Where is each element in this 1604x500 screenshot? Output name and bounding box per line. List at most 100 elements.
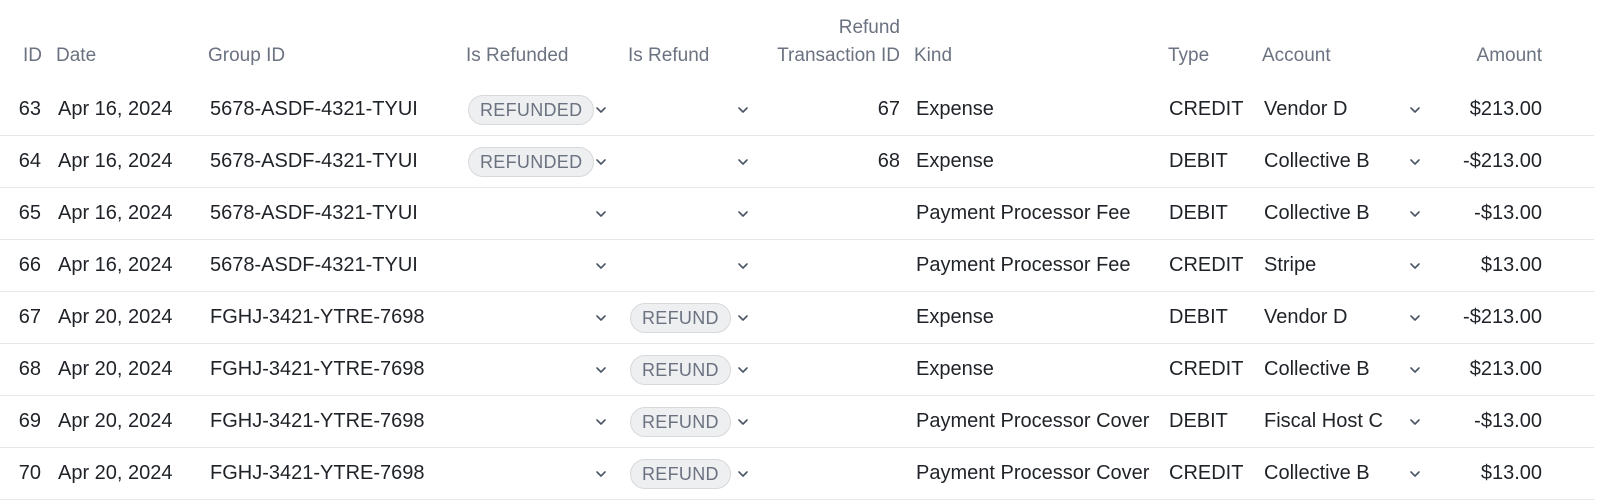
cell-date: Apr 16, 2024: [58, 98, 173, 120]
chevron-down-icon[interactable]: [736, 259, 750, 273]
cell-kind: Payment Processor Cover: [916, 462, 1150, 484]
cell-date: Apr 20, 2024: [58, 410, 173, 432]
column-header-amount[interactable]: Amount: [1440, 42, 1542, 70]
chevron-down-icon[interactable]: [594, 415, 608, 429]
cell-id: 67: [18, 306, 41, 328]
chevron-down-icon[interactable]: [736, 415, 750, 429]
refund-badge: REFUND: [630, 303, 731, 333]
cell-group-id: FGHJ-3421-YTRE-7698: [210, 358, 425, 380]
refunded-badge: REFUNDED: [468, 95, 595, 125]
chevron-down-icon[interactable]: [736, 155, 750, 169]
chevron-down-icon[interactable]: [1408, 311, 1422, 325]
cell-kind: Payment Processor Fee: [916, 202, 1131, 224]
refund-badge: REFUND: [630, 407, 731, 437]
cell-kind: Expense: [916, 306, 994, 328]
chevron-down-icon[interactable]: [736, 207, 750, 221]
table-row[interactable]: 64 Apr 16, 2024 5678-ASDF-4321-TYUI REFUNDE…: [0, 136, 1594, 188]
cell-type: CREDIT: [1169, 98, 1244, 120]
table-row[interactable]: 70 Apr 20, 2024 FGHJ-3421-YTRE-7698 REFUND P…: [0, 448, 1594, 500]
chevron-down-icon[interactable]: [594, 467, 608, 481]
cell-type: CREDIT: [1169, 462, 1244, 484]
cell-group-id: 5678-ASDF-4321-TYUI: [210, 98, 418, 120]
cell-account[interactable]: Stripe: [1264, 240, 1316, 291]
chevron-down-icon[interactable]: [736, 311, 750, 325]
cell-amount: $213.00: [1469, 98, 1542, 120]
column-header-is-refund[interactable]: Is Refund: [628, 42, 709, 70]
chevron-down-icon[interactable]: [1408, 415, 1422, 429]
cell-refund-transaction-id: 67: [877, 98, 900, 120]
cell-group-id: FGHJ-3421-YTRE-7698: [210, 462, 425, 484]
cell-amount: $213.00: [1469, 358, 1542, 380]
chevron-down-icon[interactable]: [594, 207, 608, 221]
table-row[interactable]: 67 Apr 20, 2024 FGHJ-3421-YTRE-7698 REFUND E…: [0, 292, 1594, 344]
chevron-down-icon[interactable]: [1408, 155, 1422, 169]
refund-badge: REFUND: [630, 355, 731, 385]
chevron-down-icon[interactable]: [594, 155, 608, 169]
cell-type: CREDIT: [1169, 358, 1244, 380]
cell-date: Apr 20, 2024: [58, 358, 173, 380]
cell-kind: Expense: [916, 358, 994, 380]
column-header-refund-transaction-id[interactable]: Refund Transaction ID: [740, 14, 900, 70]
cell-account[interactable]: Fiscal Host C: [1264, 396, 1383, 447]
cell-account[interactable]: Collective B: [1264, 188, 1370, 239]
cell-kind: Payment Processor Cover: [916, 410, 1150, 432]
chevron-down-icon[interactable]: [1408, 259, 1422, 273]
table-row[interactable]: 65 Apr 16, 2024 5678-ASDF-4321-TYUI Payment…: [0, 188, 1594, 240]
cell-amount: $13.00: [1480, 462, 1542, 484]
chevron-down-icon[interactable]: [594, 311, 608, 325]
table-row[interactable]: 69 Apr 20, 2024 FGHJ-3421-YTRE-7698 REFUND P…: [0, 396, 1594, 448]
cell-date: Apr 16, 2024: [58, 254, 173, 276]
column-header-is-refunded[interactable]: Is Refunded: [466, 42, 568, 70]
cell-account[interactable]: Vendor D: [1264, 292, 1347, 343]
refund-badge: REFUND: [630, 459, 731, 489]
cell-refund-transaction-id: [820, 448, 900, 499]
cell-account[interactable]: Collective B: [1264, 136, 1370, 187]
column-header-id[interactable]: ID: [18, 42, 42, 70]
table-row[interactable]: 66 Apr 16, 2024 5678-ASDF-4321-TYUI Payment…: [0, 240, 1594, 292]
cell-amount: $13.00: [1480, 254, 1542, 276]
cell-kind: Payment Processor Fee: [916, 254, 1131, 276]
chevron-down-icon[interactable]: [736, 103, 750, 117]
cell-type: CREDIT: [1169, 254, 1244, 276]
chevron-down-icon[interactable]: [594, 363, 608, 377]
chevron-down-icon[interactable]: [1408, 363, 1422, 377]
table-row[interactable]: 63 Apr 16, 2024 5678-ASDF-4321-TYUI REFUNDE…: [0, 84, 1594, 136]
cell-type: DEBIT: [1169, 202, 1228, 224]
cell-account[interactable]: Collective B: [1264, 448, 1370, 499]
table-row[interactable]: 68 Apr 20, 2024 FGHJ-3421-YTRE-7698 REFUND E…: [0, 344, 1594, 396]
column-header-date[interactable]: Date: [56, 42, 96, 70]
cell-refund-transaction-id: [820, 396, 900, 447]
cell-id: 66: [18, 254, 41, 276]
column-header-kind[interactable]: Kind: [914, 42, 952, 70]
chevron-down-icon[interactable]: [736, 467, 750, 481]
cell-refund-transaction-id: [820, 344, 900, 395]
cell-group-id: 5678-ASDF-4321-TYUI: [210, 254, 418, 276]
cell-refund-transaction-id: [820, 188, 900, 239]
column-header-type[interactable]: Type: [1168, 42, 1209, 70]
cell-date: Apr 20, 2024: [58, 462, 173, 484]
chevron-down-icon[interactable]: [736, 363, 750, 377]
cell-id: 69: [18, 410, 41, 432]
chevron-down-icon[interactable]: [1408, 207, 1422, 221]
chevron-down-icon[interactable]: [1408, 103, 1422, 117]
column-header-account[interactable]: Account: [1262, 42, 1331, 70]
cell-amount: -$213.00: [1463, 150, 1542, 172]
cell-group-id: FGHJ-3421-YTRE-7698: [210, 306, 425, 328]
cell-refund-transaction-id: [820, 292, 900, 343]
chevron-down-icon[interactable]: [1408, 467, 1422, 481]
chevron-down-icon[interactable]: [594, 259, 608, 273]
cell-amount: -$213.00: [1463, 306, 1542, 328]
cell-group-id: 5678-ASDF-4321-TYUI: [210, 150, 418, 172]
cell-account[interactable]: Vendor D: [1264, 84, 1347, 135]
cell-date: Apr 20, 2024: [58, 306, 173, 328]
transactions-table: ID Date Group ID Is Refunded Is Refund R…: [0, 0, 1604, 500]
cell-id: 68: [18, 358, 41, 380]
cell-date: Apr 16, 2024: [58, 150, 173, 172]
cell-id: 63: [18, 98, 41, 120]
chevron-down-icon[interactable]: [594, 103, 608, 117]
cell-account[interactable]: Collective B: [1264, 344, 1370, 395]
cell-refund-transaction-id: 68: [877, 150, 900, 172]
cell-id: 65: [18, 202, 41, 224]
cell-id: 70: [18, 462, 41, 484]
column-header-group-id[interactable]: Group ID: [208, 42, 285, 70]
